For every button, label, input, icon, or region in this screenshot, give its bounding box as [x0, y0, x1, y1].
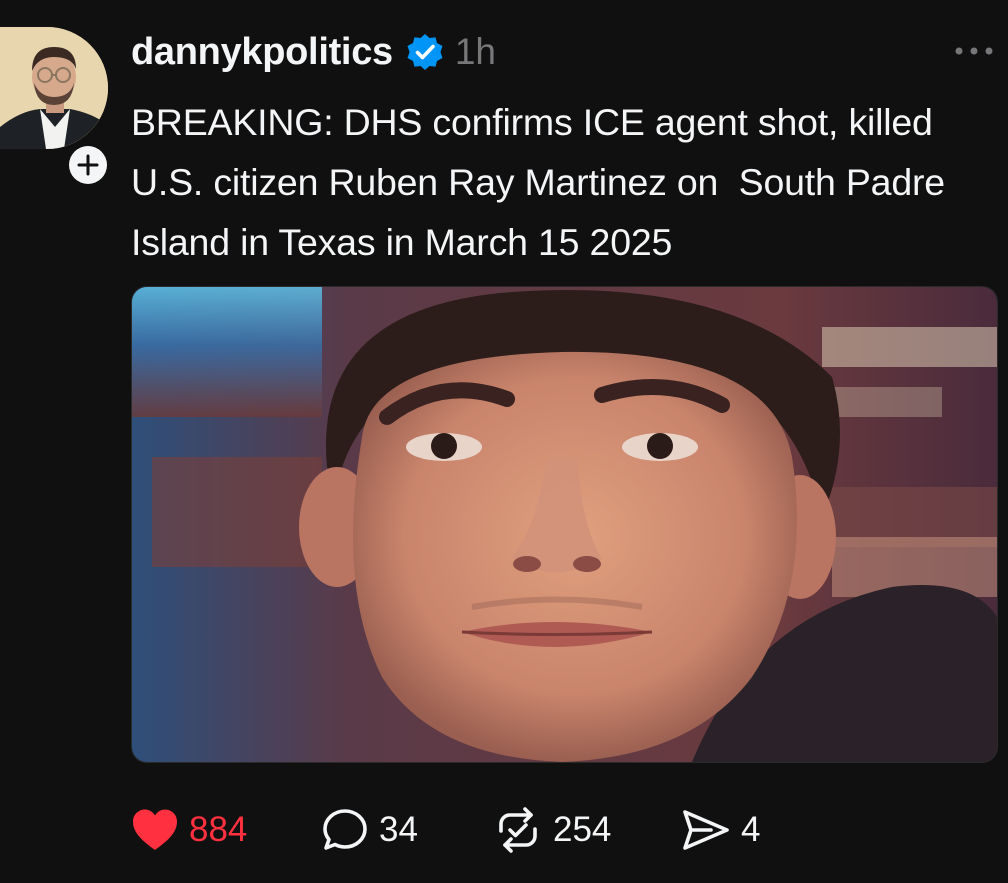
post-text: BREAKING: DHS confirms ICE agent shot, k… [131, 101, 956, 263]
verified-badge-icon [405, 32, 445, 72]
more-horizontal-icon [955, 47, 993, 55]
repost-button[interactable]: 254 [493, 800, 611, 860]
reply-count: 34 [379, 810, 418, 849]
like-count: 884 [189, 810, 248, 849]
repost-icon [493, 807, 543, 853]
heart-icon [131, 808, 179, 852]
follow-button[interactable] [64, 141, 112, 189]
post-image[interactable] [131, 286, 998, 763]
post-actions: 884 34 254 4 [131, 800, 991, 860]
send-icon [681, 807, 731, 853]
post-timestamp: 1h [454, 31, 497, 72]
plus-icon [69, 146, 107, 184]
reply-button[interactable]: 34 [321, 800, 418, 860]
share-count: 4 [741, 810, 761, 849]
author-avatar-wrapper [0, 27, 112, 189]
more-options-button[interactable] [950, 36, 998, 66]
username[interactable]: dannykpolitics [131, 31, 393, 74]
thread-post: dannykpolitics 1h BREAKING: DHS confirms… [0, 0, 1008, 883]
repost-count: 254 [553, 810, 612, 849]
share-button[interactable]: 4 [681, 800, 760, 860]
avatar[interactable] [0, 27, 108, 149]
post-header: dannykpolitics 1h [131, 26, 496, 78]
comment-bubble-icon [321, 807, 369, 853]
like-button[interactable]: 884 [131, 800, 247, 860]
